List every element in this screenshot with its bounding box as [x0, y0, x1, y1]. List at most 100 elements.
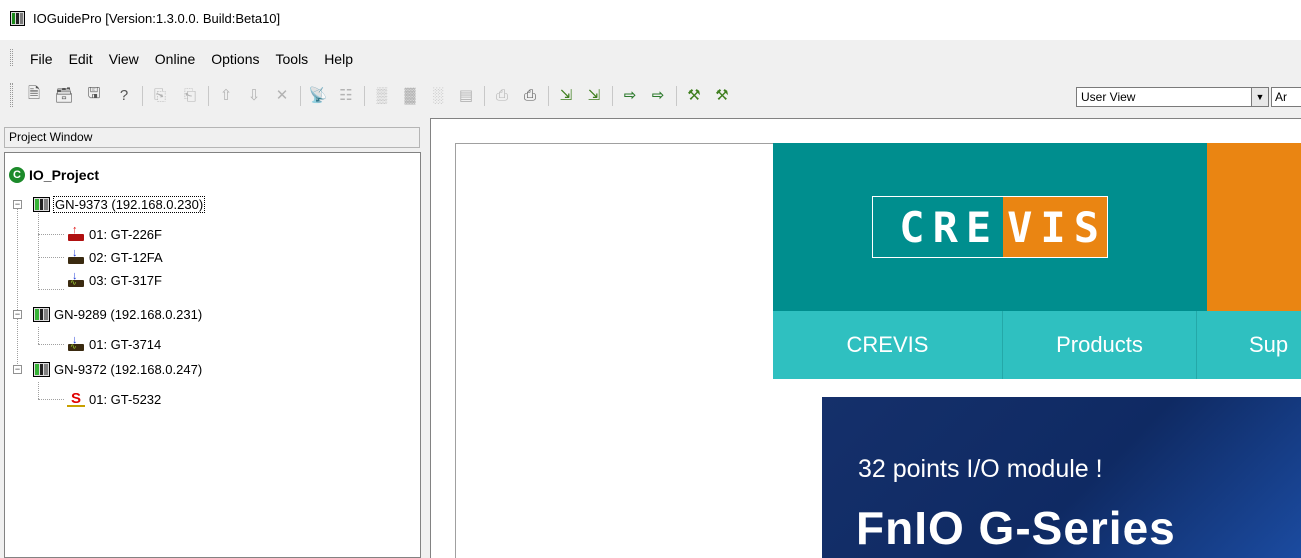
tree-line [17, 201, 18, 370]
collapse-icon[interactable]: − [13, 364, 22, 374]
project-window-header: Project Window [4, 127, 420, 148]
web-nav-support[interactable]: Sup [1197, 311, 1301, 379]
scan-network-icon[interactable]: 📡 [308, 84, 328, 106]
promo-banner[interactable]: 32 points I/O module ! FnIO G-Series [822, 397, 1301, 558]
gateway-icon [33, 361, 50, 377]
gateway-icon [33, 196, 50, 212]
menu-edit[interactable]: Edit [61, 51, 101, 67]
module-label: 01: GT-5232 [89, 391, 162, 407]
tree-line [38, 327, 39, 344]
toolbar-separator [484, 86, 485, 106]
gateway-icon [33, 306, 50, 322]
gateway-label: GN-9372 (192.168.0.247) [54, 361, 203, 377]
properties-icon[interactable]: ☷ [336, 84, 356, 106]
menu-online[interactable]: Online [147, 51, 203, 67]
tree-module[interactable]: S 01: GT-5232 [67, 388, 161, 410]
receive-icon[interactable]: ⇨ [648, 84, 668, 106]
menu-view[interactable]: View [101, 51, 147, 67]
tree-gateway[interactable]: − GN-9372 (192.168.0.247) [13, 358, 202, 380]
upload-icon[interactable]: ⎙ [492, 84, 512, 106]
tree-root-label: IO_Project [29, 167, 100, 183]
io-monitor-icon[interactable]: ▤ [456, 84, 476, 106]
app-icon [10, 11, 25, 26]
tree-module[interactable]: ↓ ∿ 01: GT-3714 [67, 333, 161, 355]
toolbar-separator [364, 86, 365, 106]
toolbar-separator [300, 86, 301, 106]
toolbar-separator [612, 86, 613, 106]
toolbar-separator [676, 86, 677, 106]
web-nav-bar: CREVIS Products Sup [773, 311, 1301, 379]
tree-line [38, 257, 64, 258]
toolbar-separator [142, 86, 143, 106]
menu-bar: File Edit View Online Options Tools Help [0, 44, 1301, 70]
open-project-icon[interactable]: 🗃 [54, 84, 74, 106]
view-select[interactable]: User View ▼ [1076, 87, 1269, 107]
language-select[interactable]: Ar [1271, 87, 1301, 107]
module-label: 03: GT-317F [89, 272, 162, 288]
gateway-label: GN-9289 (192.168.0.231) [54, 306, 203, 322]
download-icon[interactable]: ⎙ [520, 84, 540, 106]
firmware-update-icon[interactable]: ⚒ [712, 84, 732, 106]
tree-module[interactable]: ↓ ∿ 03: GT-317F [67, 269, 162, 291]
menu-grip[interactable] [10, 49, 13, 66]
tree-module[interactable]: ↓ 02: GT-12FA [67, 246, 163, 268]
analog-input-module-icon: ↓ ∿ [67, 271, 85, 288]
disconnect-icon[interactable]: ⇲ [584, 84, 604, 106]
tree-gateway[interactable]: − GN-9373 (192.168.0.230) [13, 193, 206, 215]
tree-root[interactable]: C IO_Project [9, 164, 99, 186]
toolbar: 🗎 🗃 🖫 ? ⎘ ⎗ ⇧ ⇩ ✕ 📡 ☷ ▒ ▓ ░ ▤ ⎙ ⎙ ⇲ ⇲ ⇨ … [0, 78, 1301, 116]
move-down-icon[interactable]: ⇩ [244, 84, 264, 106]
banner-subtitle: 32 points I/O module ! [858, 455, 1103, 483]
send-icon[interactable]: ⇨ [620, 84, 640, 106]
collapse-icon[interactable]: − [13, 309, 22, 319]
add-device-icon[interactable]: ⎘ [150, 84, 170, 106]
view-select-value: User View [1081, 90, 1136, 104]
input-module-icon: ↓ [67, 248, 85, 265]
io-write-icon[interactable]: ░ [428, 84, 448, 106]
menu-help[interactable]: Help [316, 51, 361, 67]
tree-line [38, 382, 39, 399]
tree-module[interactable]: ↑ 01: GT-226F [67, 223, 162, 245]
move-up-icon[interactable]: ⇧ [216, 84, 236, 106]
copy-device-icon[interactable]: ⎗ [180, 84, 200, 106]
window-title: IOGuidePro [Version:1.3.0.0. Build:Beta1… [33, 11, 281, 26]
tree-gateway[interactable]: − GN-9289 (192.168.0.231) [13, 303, 202, 325]
gateway-label: GN-9373 (192.168.0.230) [52, 195, 206, 213]
firmware-icon[interactable]: ⚒ [684, 84, 704, 106]
chevron-down-icon[interactable]: ▼ [1251, 88, 1268, 106]
toolbar-grip[interactable] [10, 83, 13, 107]
output-module-icon: ↑ [67, 225, 85, 242]
web-nav-products[interactable]: Products [1003, 311, 1196, 379]
menu-options[interactable]: Options [203, 51, 267, 67]
title-bar: IOGuidePro [Version:1.3.0.0. Build:Beta1… [0, 0, 1301, 40]
io-config-icon[interactable]: ▒ [372, 84, 392, 106]
toolbar-separator [548, 86, 549, 106]
logo-text-left: CRE [899, 202, 1000, 252]
analog-input-module-icon: ↓ ∿ [67, 335, 85, 352]
toolbar-separator [208, 86, 209, 106]
help-icon[interactable]: ? [114, 84, 134, 106]
io-read-icon[interactable]: ▓ [400, 84, 420, 106]
collapse-icon[interactable]: − [13, 199, 22, 209]
menu-tools[interactable]: Tools [268, 51, 317, 67]
tree-line [38, 344, 64, 345]
tree-line [38, 234, 64, 235]
module-label: 02: GT-12FA [89, 249, 163, 265]
delete-icon[interactable]: ✕ [272, 84, 292, 106]
new-project-icon[interactable]: 🗎 [24, 84, 44, 106]
connect-icon[interactable]: ⇲ [556, 84, 576, 106]
module-label: 01: GT-226F [89, 226, 162, 242]
save-project-icon[interactable]: 🖫 [84, 84, 104, 106]
project-tree[interactable]: C IO_Project − GN-9373 (192.168.0.230) ↑… [4, 152, 421, 558]
logo-text-right: VIS [1003, 197, 1107, 257]
special-module-icon: S [67, 391, 85, 407]
tree-line [38, 399, 64, 400]
project-icon: C [9, 167, 25, 183]
menu-file[interactable]: File [22, 51, 61, 67]
crevis-logo[interactable]: CRE VIS [872, 196, 1108, 258]
module-label: 01: GT-3714 [89, 336, 162, 352]
tree-line [38, 289, 64, 290]
web-header-accent [1207, 143, 1301, 311]
banner-title: FnIO G-Series [856, 502, 1176, 554]
web-nav-crevis[interactable]: CREVIS [773, 311, 1002, 379]
